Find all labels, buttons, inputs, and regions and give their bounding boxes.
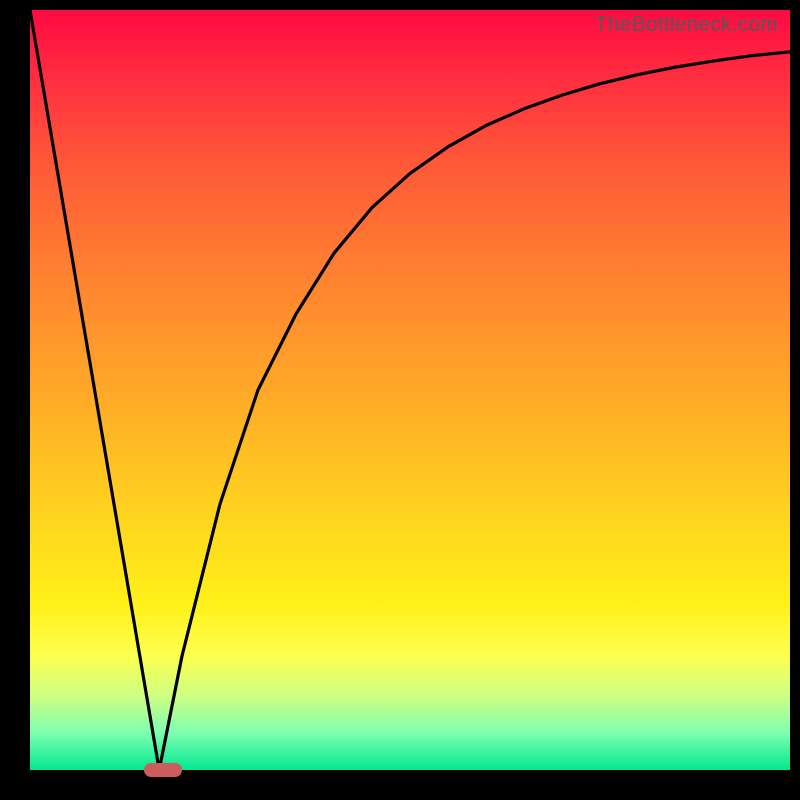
bottleneck-curve [30,10,790,770]
minimum-marker [144,763,182,777]
curve-svg [30,10,790,770]
chart-container: TheBottleneck.com [0,0,800,800]
watermark-text: TheBottleneck.com [595,13,778,37]
plot-area: TheBottleneck.com [30,10,790,770]
